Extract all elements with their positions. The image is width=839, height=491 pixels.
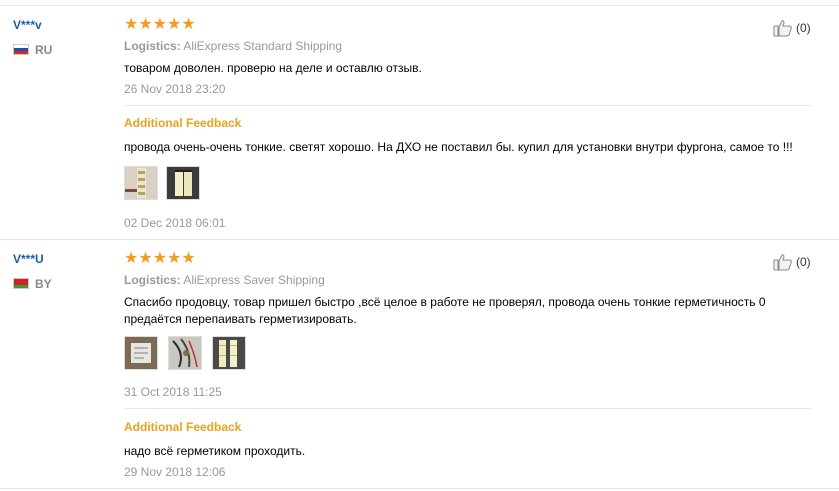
- country-flag-icon: [13, 44, 29, 55]
- logistics-line: Logistics: AliExpress Saver Shipping: [124, 273, 325, 287]
- country-code: BY: [35, 277, 52, 291]
- helpful-count: (0): [796, 255, 811, 269]
- logistics-line: Logistics: AliExpress Standard Shipping: [124, 39, 342, 53]
- wires-photo-icon: [169, 337, 201, 369]
- review-photo-thumbnail[interactable]: [168, 336, 202, 370]
- country-code: RU: [35, 43, 53, 57]
- helpful-button[interactable]: (0): [773, 253, 811, 273]
- review-photo-thumbnail[interactable]: [212, 336, 246, 370]
- feedback-divider: [124, 105, 812, 106]
- led-strips-photo-icon: [213, 337, 245, 369]
- led-strip-photo-icon: [125, 167, 157, 199]
- review-photo-thumbnail[interactable]: [124, 166, 158, 200]
- reviewer-name[interactable]: V***U: [13, 252, 44, 266]
- review-photo-thumbnail[interactable]: [166, 166, 200, 200]
- logistics-value: AliExpress Standard Shipping: [183, 39, 343, 53]
- star-rating: ★★★★★: [124, 250, 196, 267]
- country-flag-icon: [13, 278, 29, 289]
- additional-feedback-date: 29 Nov 2018 12:06: [124, 465, 226, 479]
- logistics-label: Logistics:: [124, 39, 181, 53]
- additional-feedback-text: надо всё герметиком проходить.: [124, 444, 306, 458]
- thumbs-up-icon: [773, 20, 792, 37]
- review-date: 31 Oct 2018 11:25: [124, 385, 222, 399]
- review-text: товаром доволен. проверю на деле и остав…: [124, 61, 422, 75]
- helpful-count: (0): [796, 21, 811, 35]
- logistics-label: Logistics:: [124, 273, 181, 287]
- thumbs-up-icon: [773, 254, 792, 271]
- led-panel-photo-icon: [167, 167, 199, 199]
- additional-feedback-text: провода очень-очень тонкие. светят хорош…: [124, 140, 793, 154]
- review-text: Спасибо продовцу, товар пришел быстро ,в…: [124, 295, 766, 326]
- review-photo-thumbnail[interactable]: [124, 336, 158, 370]
- top-divider: [0, 5, 839, 6]
- reviewer-name[interactable]: V***v: [13, 18, 42, 32]
- package-photo-icon: [125, 337, 157, 369]
- bottom-divider: [0, 488, 839, 489]
- feedback-divider: [124, 408, 812, 409]
- additional-feedback-date: 02 Dec 2018 06:01: [124, 216, 226, 230]
- review-divider: [0, 239, 839, 240]
- additional-feedback-heading: Additional Feedback: [124, 116, 242, 130]
- additional-feedback-heading: Additional Feedback: [124, 420, 242, 434]
- review-date: 26 Nov 2018 23:20: [124, 82, 226, 96]
- logistics-value: AliExpress Saver Shipping: [183, 273, 325, 287]
- star-rating: ★★★★★: [124, 16, 196, 33]
- helpful-button[interactable]: (0): [773, 19, 811, 39]
